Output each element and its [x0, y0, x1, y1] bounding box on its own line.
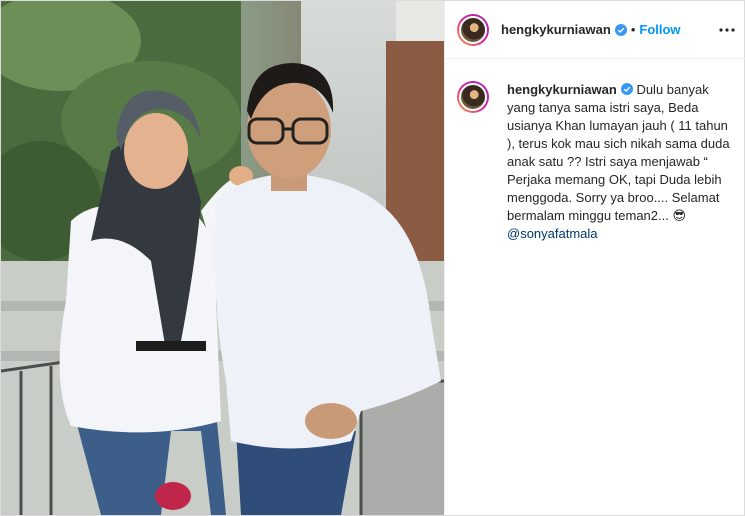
avatar[interactable] [457, 13, 489, 46]
avatar-image [459, 15, 487, 44]
caption-row: hengkykurniawan Dulu banyak yang tanya s… [445, 59, 745, 243]
instagram-post: hengkykurniawan • Follow hengkykurniawan [0, 0, 745, 516]
verified-badge-icon [614, 23, 627, 36]
more-options-icon[interactable] [715, 18, 739, 42]
caption-verified-badge-icon [620, 83, 633, 95]
caption-text: Dulu banyak yang tanya sama istri saya, … [507, 82, 730, 223]
post-photo[interactable] [1, 1, 444, 515]
header-username[interactable]: hengkykurniawan [501, 22, 611, 37]
couple-photo-illustration [1, 1, 444, 515]
caption-avatar[interactable] [457, 81, 489, 113]
header-separator: • [630, 22, 636, 37]
caption-mention-link[interactable]: @sonyafatmala [507, 225, 598, 243]
follow-button[interactable]: Follow [639, 22, 680, 37]
caption-username[interactable]: hengkykurniawan [507, 82, 617, 97]
caption: hengkykurniawan Dulu banyak yang tanya s… [507, 81, 739, 243]
caption-avatar-image [459, 83, 487, 111]
post-sidebar: hengkykurniawan • Follow hengkykurniawan [444, 1, 745, 515]
post-header: hengkykurniawan • Follow [445, 1, 745, 59]
